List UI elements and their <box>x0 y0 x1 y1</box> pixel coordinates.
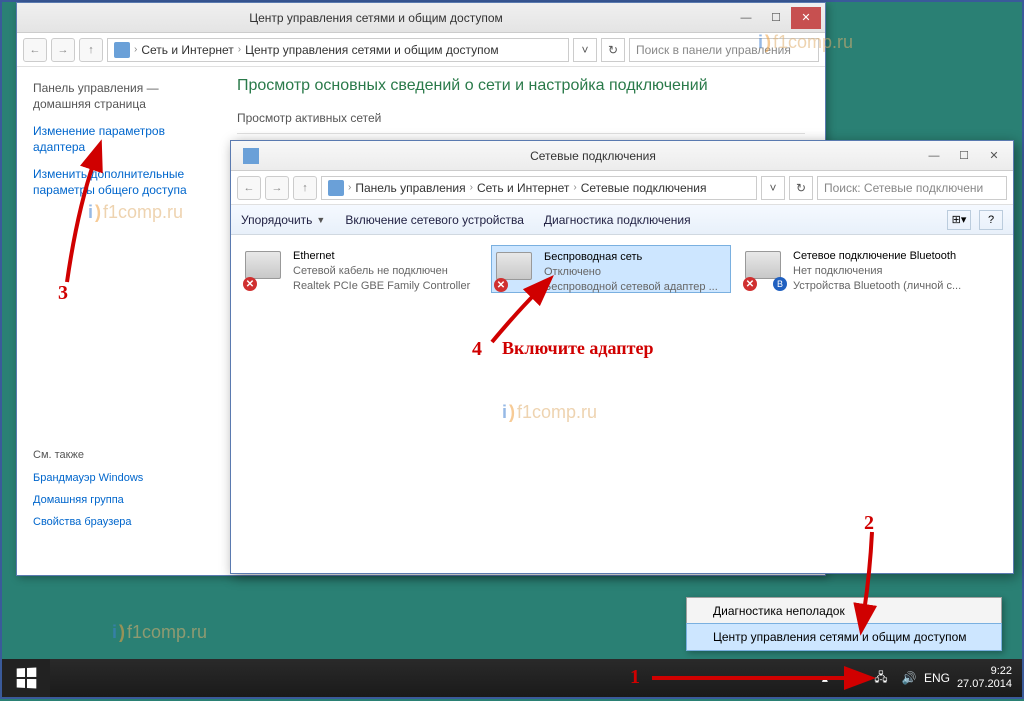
up-button[interactable]: ↑ <box>293 176 317 200</box>
close-button[interactable]: ✕ <box>979 145 1009 167</box>
crumb-conn[interactable]: Сетевые подключения <box>581 181 707 195</box>
view-button[interactable]: ⊞▾ <box>947 210 971 230</box>
disabled-icon: ✕ <box>743 277 757 291</box>
sidebar-home[interactable]: Панель управления —домашняя страница <box>33 81 201 112</box>
disabled-icon: ✕ <box>243 277 257 291</box>
breadcrumb[interactable]: › Панель управления › Сеть и Интернет › … <box>321 176 757 200</box>
connection-ethernet[interactable]: ✕ Ethernet Сетевой кабель не подключен R… <box>241 245 481 293</box>
system-tray: ▴ ⚑ 🖧 🔊 ENG 9:22 27.07.2014 <box>807 665 1022 691</box>
connection-bluetooth[interactable]: ✕B Сетевое подключение Bluetooth Нет под… <box>741 245 981 293</box>
search-input[interactable]: Поиск: Сетевые подключени <box>817 176 1007 200</box>
tray-context-menu: Диагностика неполадок Центр управления с… <box>686 597 1002 651</box>
maximize-button[interactable]: ☐ <box>949 145 979 167</box>
sidebar-firewall[interactable]: Брандмауэр Windows <box>33 471 201 485</box>
back-button[interactable]: ← <box>237 176 261 200</box>
watermark: i)f1comp.ru <box>112 622 207 643</box>
nic-icon: ✕B <box>745 249 785 289</box>
enable-device-button[interactable]: Включение сетевого устройства <box>345 213 524 227</box>
bluetooth-icon: B <box>773 277 787 291</box>
back-button[interactable]: ← <box>23 38 47 62</box>
refresh-button[interactable]: ↻ <box>789 176 813 200</box>
sidebar-sharing-settings[interactable]: Изменить дополнительныепараметры общего … <box>33 167 201 198</box>
sidebar: Панель управления —домашняя страница Изм… <box>17 67 217 575</box>
connection-wireless[interactable]: ✕ Беспроводная сеть Отключено Беспроводн… <box>491 245 731 293</box>
annotation-text-4: Включите адаптер <box>502 338 653 359</box>
chevron-icon: › <box>238 44 241 55</box>
see-also-label: См. также <box>33 449 201 461</box>
help-button[interactable]: ? <box>979 210 1003 230</box>
sidebar-browser[interactable]: Свойства браузера <box>33 515 201 529</box>
nic-icon: ✕ <box>245 249 285 289</box>
windows-logo-icon <box>17 667 37 688</box>
refresh-button[interactable]: ↻ <box>601 38 625 62</box>
crumb-cp[interactable]: Панель управления <box>355 181 465 195</box>
start-button[interactable] <box>2 659 50 697</box>
conn-name: Беспроводная сеть <box>544 250 718 265</box>
tray-lang[interactable]: ENG <box>929 670 945 686</box>
conn-device: Realtek PCIe GBE Family Controller <box>293 279 470 294</box>
location-icon <box>328 180 344 196</box>
chevron-down-icon: ▼ <box>316 215 325 225</box>
subheading: Просмотр активных сетей <box>237 111 805 125</box>
conn-device: Беспроводной сетевой адаптер ... <box>544 280 718 295</box>
organize-menu[interactable]: Упорядочить▼ <box>241 213 325 227</box>
watermark: i)f1comp.ru <box>502 402 597 423</box>
nic-icon: ✕ <box>496 250 536 290</box>
page-title: Просмотр основных сведений о сети и наст… <box>237 77 805 95</box>
dropdown-button[interactable]: ˅ <box>573 38 597 62</box>
up-button[interactable]: ↑ <box>79 38 103 62</box>
conn-status: Нет подключения <box>793 264 961 279</box>
forward-button[interactable]: → <box>51 38 75 62</box>
minimize-button[interactable]: — <box>919 145 949 167</box>
disabled-icon: ✕ <box>494 278 508 292</box>
ctx-troubleshoot[interactable]: Диагностика неполадок <box>687 598 1001 624</box>
titlebar[interactable]: Сетевые подключения — ☐ ✕ <box>231 141 1013 171</box>
maximize-button[interactable]: ☐ <box>761 7 791 29</box>
forward-button[interactable]: → <box>265 176 289 200</box>
titlebar[interactable]: Центр управления сетями и общим доступом… <box>17 3 825 33</box>
crumb-net[interactable]: Сеть и Интернет <box>477 181 569 195</box>
annotation-number-3: 3 <box>58 282 68 305</box>
address-bar: ← → ↑ › Панель управления › Сеть и Интер… <box>231 171 1013 205</box>
chevron-icon: › <box>470 182 473 193</box>
chevron-icon: › <box>348 182 351 193</box>
location-icon <box>114 42 130 58</box>
annotation-number-1: 1 <box>630 666 640 689</box>
taskbar: ▴ ⚑ 🖧 🔊 ENG 9:22 27.07.2014 <box>2 659 1022 697</box>
ctx-network-center[interactable]: Центр управления сетями и общим доступом <box>686 623 1002 651</box>
window-title: Сетевые подключения <box>430 149 756 163</box>
minimize-button[interactable]: — <box>731 7 761 29</box>
address-bar: ← → ↑ › Сеть и Интернет › Центр управлен… <box>17 33 825 67</box>
close-button[interactable]: ✕ <box>791 7 821 29</box>
chevron-icon: › <box>134 44 137 55</box>
annotation-number-2: 2 <box>864 512 874 535</box>
crumb-center[interactable]: Центр управления сетями и общим доступом <box>245 43 499 57</box>
conn-name: Ethernet <box>293 249 470 264</box>
annotation-number-4: 4 <box>472 338 482 361</box>
watermark: i)f1comp.ru <box>88 202 183 223</box>
connections-list: ✕ Ethernet Сетевой кабель не подключен R… <box>231 235 1013 303</box>
conn-name: Сетевое подключение Bluetooth <box>793 249 961 264</box>
conn-device: Устройства Bluetooth (личной с... <box>793 279 961 294</box>
window-title: Центр управления сетями и общим доступом <box>199 11 554 25</box>
tray-network-icon[interactable]: 🖧 <box>873 670 889 686</box>
sidebar-adapter-settings[interactable]: Изменение параметровадаптера <box>33 124 201 155</box>
breadcrumb[interactable]: › Сеть и Интернет › Центр управления сет… <box>107 38 569 62</box>
tray-volume-icon[interactable]: 🔊 <box>901 670 917 686</box>
dropdown-button[interactable]: ˅ <box>761 176 785 200</box>
window-icon <box>243 148 259 164</box>
conn-status: Отключено <box>544 265 718 280</box>
sidebar-homegroup[interactable]: Домашняя группа <box>33 493 201 507</box>
chevron-icon: › <box>573 182 576 193</box>
tray-action-icon[interactable]: ⚑ <box>845 670 861 686</box>
tray-up-icon[interactable]: ▴ <box>817 670 833 686</box>
toolbar: Упорядочить▼ Включение сетевого устройст… <box>231 205 1013 235</box>
watermark: i)f1comp.ru <box>758 32 853 53</box>
crumb-network[interactable]: Сеть и Интернет <box>141 43 233 57</box>
tray-clock[interactable]: 9:22 27.07.2014 <box>957 665 1012 691</box>
diagnose-button[interactable]: Диагностика подключения <box>544 213 691 227</box>
conn-status: Сетевой кабель не подключен <box>293 264 470 279</box>
